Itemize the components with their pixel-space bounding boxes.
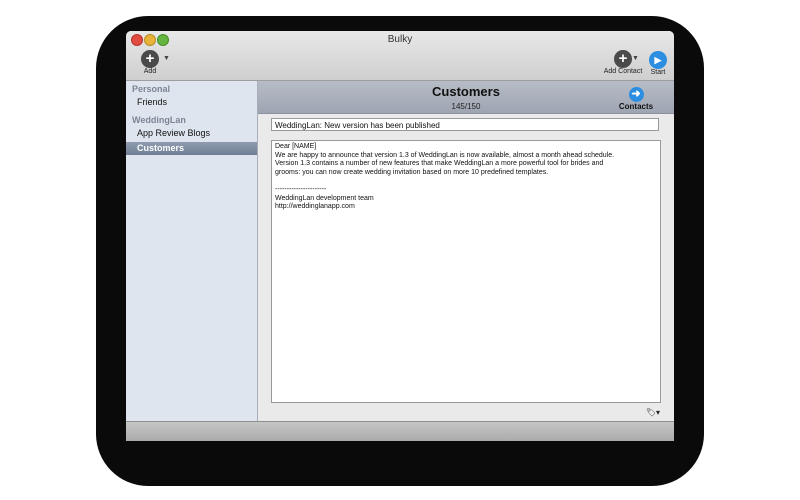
play-icon: ▶ [649, 51, 667, 69]
tag-menu-icon[interactable]: 🏷▾ [646, 408, 660, 417]
arrow-right-icon: ➜ [628, 87, 644, 102]
add-label: Add [143, 68, 157, 75]
sidebar-item-friends[interactable]: Friends [126, 96, 257, 109]
contacts-label: Contacts [618, 102, 654, 111]
contacts-button[interactable]: ➜ Contacts [616, 84, 656, 111]
sidebar: Personal Friends WeddingLan App Review B… [126, 81, 258, 421]
add-button[interactable]: + Add [138, 50, 162, 75]
body-line: We are happy to announce that version 1.… [275, 151, 615, 159]
start-button[interactable]: ▶ Start [647, 50, 669, 76]
body-line [275, 177, 657, 186]
main-panel: Customers 145/150 ➜ Contacts WeddingLan:… [258, 81, 674, 421]
start-label: Start [650, 69, 666, 76]
sidebar-group-personal: Personal [132, 84, 171, 94]
sidebar-item-customers[interactable]: Customers [126, 142, 257, 155]
sidebar-item-app-review-blogs[interactable]: App Review Blogs [126, 127, 257, 140]
contact-count: 145/150 [451, 102, 481, 111]
list-header: Customers 145/150 ➜ Contacts [258, 81, 674, 114]
body-line: grooms: you can now create wedding invit… [275, 168, 549, 176]
add-menu-caret-icon[interactable]: ▼ [163, 55, 170, 62]
window-title: Bulky [387, 34, 413, 45]
plus-icon: + [141, 50, 159, 68]
bottom-bar [126, 421, 674, 441]
title-bar: Bulky + Add ▼ + Add Contact ▼ ▶ Start [126, 31, 674, 81]
list-title: Customers [432, 84, 500, 99]
subject-field[interactable]: WeddingLan: New version has been publish… [271, 118, 659, 131]
body-line: http://weddinglanapp.com [275, 203, 355, 211]
app-window: Bulky + Add ▼ + Add Contact ▼ ▶ Start Pe… [126, 31, 674, 441]
sidebar-group-weddinglan: WeddingLan [132, 115, 186, 125]
add-contact-menu-caret-icon[interactable]: ▼ [632, 55, 639, 62]
add-contact-button[interactable]: + Add Contact [598, 50, 648, 75]
body-line: Dear [NAME] [275, 143, 317, 150]
body-line: Version 1.3 contains a number of new fea… [275, 160, 604, 168]
add-contact-label: Add Contact [603, 68, 643, 75]
body-line: ---------------------- [275, 185, 327, 193]
body-line: WeddingLan development team [275, 194, 374, 202]
message-body-editor[interactable]: Dear [NAME] We are happy to announce tha… [271, 140, 661, 403]
plus-icon: + [614, 50, 632, 68]
